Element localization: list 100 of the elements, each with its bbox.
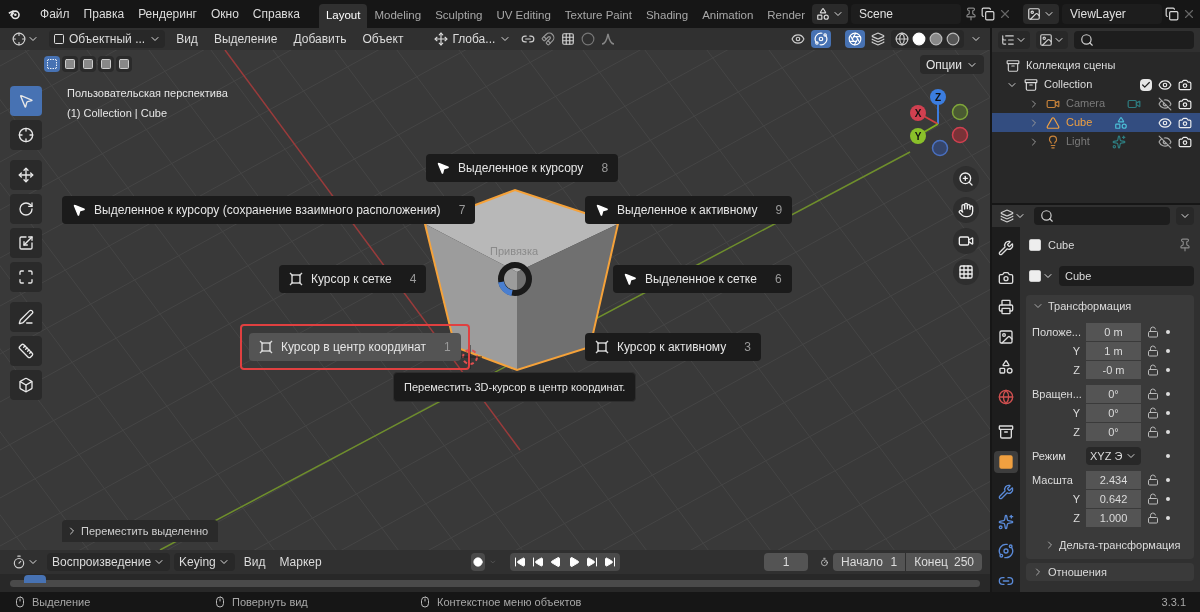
object-name-field[interactable]: Cube <box>1059 266 1194 286</box>
end-frame-field[interactable]: Конец 250 <box>906 553 982 571</box>
property-field[interactable]: 1.000 <box>1086 509 1141 527</box>
search-field[interactable] <box>1074 31 1194 49</box>
pie-menu-item[interactable]: Курсор в центр координат 1 <box>249 333 461 361</box>
view-layer-selector[interactable] <box>1023 4 1059 24</box>
property-field[interactable]: 0 m <box>1086 323 1141 341</box>
options-dropdown[interactable] <box>1176 207 1194 225</box>
workspace-tab[interactable]: Layout <box>318 4 368 28</box>
exclude-checkbox[interactable] <box>1140 78 1152 91</box>
timeline-menu[interactable]: Keying <box>174 553 235 571</box>
viewport-menu-item[interactable]: Объект <box>357 30 409 48</box>
axis-handle[interactable] <box>951 103 969 121</box>
viewport-menu-item[interactable]: Выделение <box>208 30 283 48</box>
menu-item[interactable]: Окно <box>203 5 246 23</box>
play-icon[interactable] <box>568 556 581 568</box>
options-dropdown[interactable]: Опции <box>919 55 984 74</box>
timeline-menu[interactable]: Воспроизведение <box>47 553 171 571</box>
tool-button[interactable] <box>10 336 42 366</box>
property-dropdown[interactable]: XYZ Э <box>1086 447 1141 465</box>
outliner-row[interactable]: Light <box>992 132 1200 151</box>
current-frame-field[interactable]: 1 <box>764 553 809 571</box>
select-mode-option[interactable] <box>98 56 114 72</box>
property-field[interactable]: -0 m <box>1086 361 1141 379</box>
menu-item[interactable]: Справка <box>245 5 307 23</box>
jump-end-icon[interactable] <box>604 556 617 568</box>
select-mode-option[interactable] <box>80 56 96 72</box>
outliner-row[interactable]: Cube <box>992 113 1200 132</box>
search-field[interactable] <box>1034 207 1170 225</box>
jump-start-icon[interactable] <box>514 556 527 568</box>
pie-menu-item[interactable]: Выделенное к сетке 6 <box>613 265 792 293</box>
filter-dropdown[interactable] <box>1036 31 1068 49</box>
property-field[interactable]: 0° <box>1086 385 1141 403</box>
pie-menu-item[interactable]: Выделенное к активному 9 <box>585 196 793 224</box>
axis-handle[interactable] <box>951 126 969 144</box>
workspace-tab[interactable]: Animation <box>695 4 761 28</box>
property-field[interactable]: 0° <box>1086 423 1141 441</box>
property-field[interactable]: 0° <box>1086 404 1141 422</box>
workspace-tab[interactable]: Sculpting <box>428 4 490 28</box>
tool-button[interactable] <box>10 120 42 150</box>
menu-item[interactable]: Рендеринг <box>131 5 204 23</box>
outliner-row[interactable]: Camera <box>992 94 1200 113</box>
tool-button[interactable] <box>10 370 42 400</box>
display-mode-dropdown[interactable] <box>998 31 1030 49</box>
start-frame-field[interactable]: Начало 1 <box>833 553 906 571</box>
timeline-menu[interactable]: Вид <box>238 553 271 571</box>
tool-button[interactable] <box>10 302 42 332</box>
panel-header[interactable]: Трансформация <box>1026 295 1194 317</box>
select-mode-new[interactable] <box>44 56 60 72</box>
property-field[interactable]: 0.642 <box>1086 490 1141 508</box>
menu-item[interactable]: Правка <box>76 5 132 23</box>
select-mode-option[interactable] <box>62 56 78 72</box>
scene-name-field[interactable]: Scene <box>851 4 961 24</box>
view-layer-field[interactable]: ViewLayer <box>1062 4 1162 24</box>
axis-handle[interactable]: X <box>910 105 926 121</box>
overlay-toggle[interactable] <box>845 30 865 48</box>
pie-menu-item[interactable]: Выделенное к курсору 8 <box>426 154 619 182</box>
workspace-tab[interactable]: Modeling <box>367 4 429 28</box>
pie-menu-item[interactable]: Курсор к активному 3 <box>585 333 761 361</box>
shading-mode-group[interactable] <box>891 30 964 48</box>
playhead-handle[interactable] <box>24 574 46 583</box>
orientation-dropdown[interactable]: Глоба... <box>430 30 516 48</box>
pie-menu-item[interactable]: Выделенное к курсору (сохранение взаимного расположения) 7 <box>62 196 476 224</box>
scene-collection-label[interactable]: Коллекция сцены <box>1026 57 1116 74</box>
panel-header[interactable]: Отношения <box>1026 563 1194 581</box>
workspace-tab[interactable]: Shading <box>638 4 696 28</box>
workspace-tab[interactable]: Render <box>760 4 812 28</box>
app-logo-icon[interactable] <box>8 7 22 21</box>
tool-button[interactable] <box>10 262 42 292</box>
subpanel-header[interactable]: Дельта-трансформация <box>1026 535 1194 555</box>
viewport-menu-item[interactable]: Добавить <box>288 30 352 48</box>
scene-selector[interactable] <box>812 4 848 24</box>
pie-menu-item[interactable]: Курсор к сетке 4 <box>279 265 427 293</box>
next-keyframe-icon[interactable] <box>586 556 599 568</box>
mode-dropdown[interactable]: Объектный ... <box>49 30 166 48</box>
gizmo-toggle[interactable] <box>811 30 831 48</box>
property-field[interactable]: 1 m <box>1086 342 1141 360</box>
navigation-button[interactable] <box>953 228 979 254</box>
workspace-tab[interactable]: Texture Paint <box>557 4 639 28</box>
timeline-menu[interactable]: Маркер <box>274 553 327 571</box>
tool-button[interactable] <box>10 228 42 258</box>
viewport-menu-item[interactable]: Вид <box>171 30 203 48</box>
axis-handle[interactable] <box>931 139 949 157</box>
previous-keyframe-icon[interactable] <box>532 556 545 568</box>
select-mode-option[interactable] <box>116 56 132 72</box>
navigation-button[interactable] <box>953 197 979 223</box>
tool-button[interactable] <box>10 160 42 190</box>
property-field[interactable]: 2.434 <box>1086 471 1141 489</box>
last-operator-panel[interactable]: Переместить выделенно <box>62 520 218 542</box>
navigation-button[interactable] <box>953 259 979 285</box>
outliner-row[interactable]: Collection <box>992 75 1200 94</box>
workspace-tab[interactable]: UV Editing <box>489 4 558 28</box>
auto-keying-toggle[interactable] <box>470 553 485 571</box>
properties-tab[interactable] <box>994 451 1018 473</box>
falloff-curve-icon[interactable] <box>601 33 616 45</box>
axis-handle[interactable]: Z <box>930 89 946 105</box>
menu-item[interactable]: Файл <box>33 5 77 23</box>
navigation-button[interactable] <box>953 166 979 192</box>
tool-button[interactable] <box>10 194 42 224</box>
axis-handle[interactable]: Y <box>910 128 926 144</box>
